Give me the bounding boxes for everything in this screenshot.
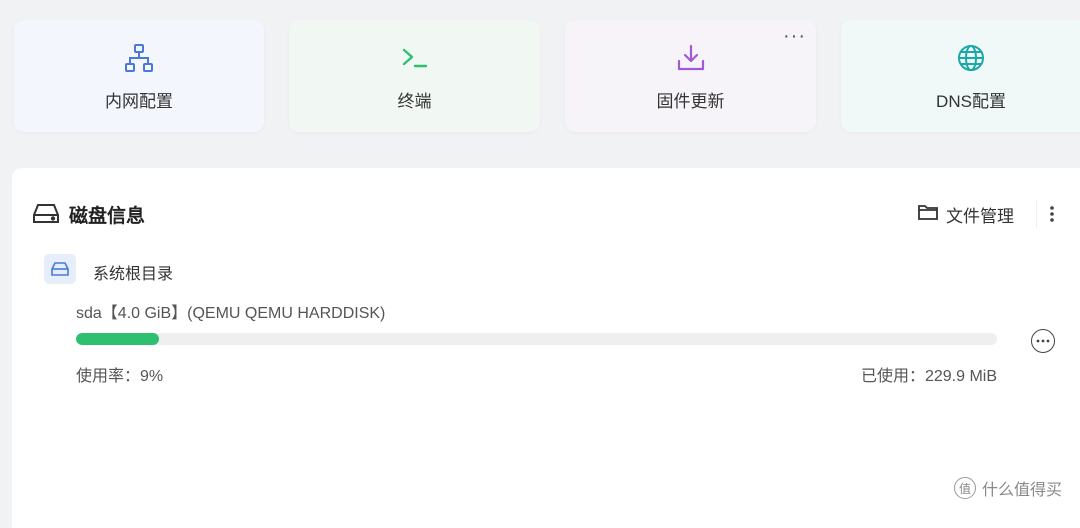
file-manager-button[interactable]: 文件管理 [896,196,1036,232]
more-circle-icon[interactable] [1031,329,1055,353]
tile-firmware-update[interactable]: ··· 固件更新 [565,20,816,132]
shortcut-tiles: 内网配置 终端 ··· 固件更新 DNS配置 [0,0,1080,150]
globe-icon [954,41,988,75]
card-header: 磁盘信息 文件管理 [12,196,1080,232]
used-space: 已使用：229.9 MiB [860,368,997,385]
hard-disk-icon [32,202,60,226]
disk-info-card: 磁盘信息 文件管理 系统根目录 sda【4.0 GiB】(QEMU QEMU H… [12,168,1080,528]
network-icon [122,41,156,75]
file-manager-label: 文件管理 [946,206,1014,226]
download-icon [674,41,708,75]
tile-lan-config[interactable]: 内网配置 [14,20,264,132]
tile-label: 内网配置 [105,91,173,111]
usage-progress-bar [76,333,997,345]
tile-label: 固件更新 [656,91,725,111]
tile-more-button[interactable]: ··· [783,26,806,46]
tile-label: DNS配置 [936,91,1006,111]
watermark-text: 什么值得买 [982,482,1063,499]
disk-label: sda【4.0 GiB】(QEMU QEMU HARDDISK) [76,305,386,322]
usage-progress-fill [76,333,159,345]
more-vertical-icon[interactable] [1040,196,1064,232]
tile-dns-config[interactable]: DNS配置 [841,20,1080,132]
tile-label: 终端 [397,91,432,111]
divider [1036,200,1037,228]
tile-terminal[interactable]: 终端 [289,20,540,132]
usage-rate: 使用率：9% [76,368,164,385]
watermark-logo: 值 [954,477,976,499]
folder-icon [918,203,938,226]
watermark: 值 什么值得买 [954,476,1062,500]
mount-name: 系统根目录 [93,266,174,283]
mount-disk-icon [44,254,76,284]
card-title: 磁盘信息 [69,206,146,227]
terminal-icon [398,41,432,75]
